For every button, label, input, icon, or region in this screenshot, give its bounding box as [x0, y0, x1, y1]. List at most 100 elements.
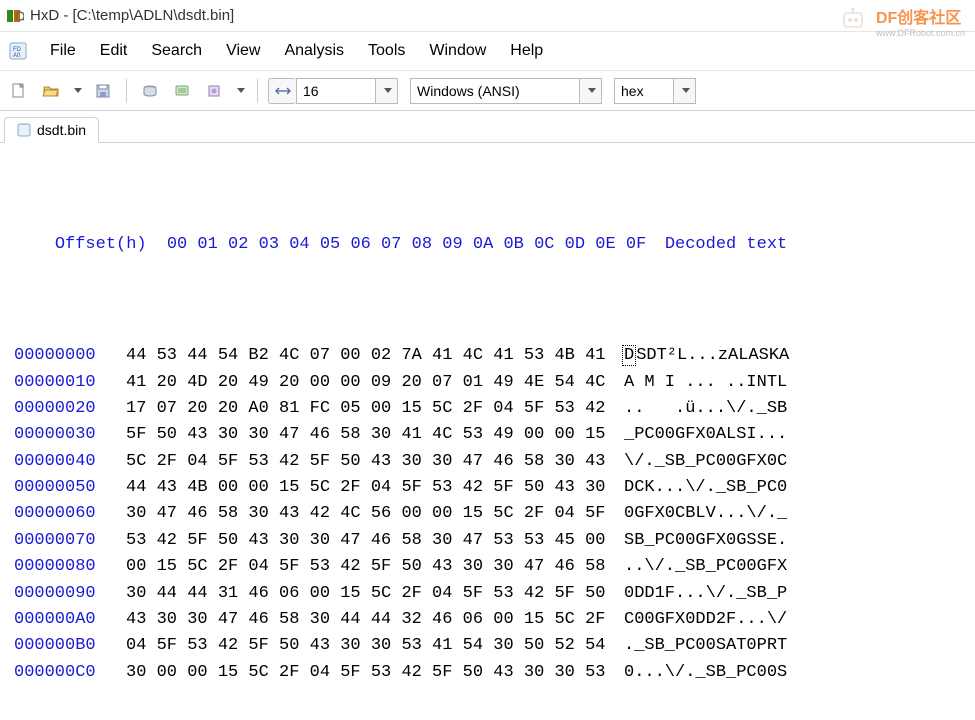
offset-cell: 00000010: [14, 370, 126, 396]
hex-view[interactable]: Offset(h)00 01 02 03 04 05 06 07 08 09 0…: [0, 143, 975, 720]
chevron-down-icon: [682, 88, 690, 93]
ascii-cell[interactable]: ..\/._SB_PC00GFX: [624, 554, 787, 580]
offset-cell: 00000020: [14, 396, 126, 422]
hex-row[interactable]: 0000006030 47 46 58 30 43 42 4C 56 00 00…: [14, 501, 967, 527]
watermark: DF创客社区 www.DFRobot.com.cn: [838, 4, 965, 38]
ascii-cell[interactable]: ._SB_PC00SAT0PRT: [624, 633, 787, 659]
hex-row[interactable]: 0000009030 44 44 31 46 06 00 15 5C 2F 04…: [14, 581, 967, 607]
bytes-cell[interactable]: 30 44 44 31 46 06 00 15 5C 2F 04 5F 53 4…: [126, 581, 606, 607]
chevron-down-icon: [384, 88, 392, 93]
ascii-cell[interactable]: C00GFX0DD2F...\/: [624, 607, 787, 633]
menu-edit[interactable]: Edit: [88, 38, 140, 64]
bytes-cell[interactable]: 00 15 5C 2F 04 5F 53 42 5F 50 43 30 30 4…: [126, 554, 606, 580]
menu-help[interactable]: Help: [498, 38, 555, 64]
hex-row[interactable]: 000000C030 00 00 15 5C 2F 04 5F 53 42 5F…: [14, 660, 967, 686]
base-input[interactable]: [614, 78, 674, 104]
new-file-button[interactable]: [6, 78, 32, 104]
bytes-cell[interactable]: 04 5F 53 42 5F 50 43 30 30 53 41 54 30 5…: [126, 633, 606, 659]
ascii-cell[interactable]: A M I ... ..INTL: [624, 370, 787, 396]
watermark-sub: www.DFRobot.com.cn: [876, 28, 965, 38]
chevron-down-icon: [588, 88, 596, 93]
menu-file[interactable]: File: [38, 38, 88, 64]
bytes-cell[interactable]: 17 07 20 20 A0 81 FC 05 00 15 5C 2F 04 5…: [126, 396, 606, 422]
hex-rows: 0000000044 53 44 54 B2 4C 07 00 02 7A 41…: [14, 343, 967, 685]
window-title: HxD - [C:\temp\ADLN\dsdt.bin]: [30, 7, 234, 24]
hex-row[interactable]: 000000305F 50 43 30 30 47 46 58 30 41 4C…: [14, 422, 967, 448]
hex-row[interactable]: 0000007053 42 5F 50 43 30 30 47 46 58 30…: [14, 528, 967, 554]
offset-cell: 000000B0: [14, 633, 126, 659]
ascii-cell[interactable]: .. .ü...\/._SB: [624, 396, 787, 422]
title-bar: HxD - [C:\temp\ADLN\dsdt.bin]: [0, 0, 975, 32]
encoding-dropdown[interactable]: [580, 78, 602, 104]
ascii-cell[interactable]: DSDT²L...zALASKA: [624, 343, 789, 369]
bytes-cell[interactable]: 5C 2F 04 5F 53 42 5F 50 43 30 30 47 46 5…: [126, 449, 606, 475]
open-dropdown-button[interactable]: [70, 78, 84, 104]
hex-row[interactable]: 000000B004 5F 53 42 5F 50 43 30 30 53 41…: [14, 633, 967, 659]
ascii-cell[interactable]: 0DD1F...\/._SB_P: [624, 581, 787, 607]
hex-row[interactable]: 0000002017 07 20 20 A0 81 FC 05 00 15 5C…: [14, 396, 967, 422]
header-columns: 00 01 02 03 04 05 06 07 08 09 0A 0B 0C 0…: [167, 232, 647, 258]
ascii-cell[interactable]: SB_PC00GFX0GSSE.: [624, 528, 787, 554]
robot-icon: [838, 7, 868, 35]
file-icon: [17, 123, 31, 137]
base-dropdown[interactable]: [674, 78, 696, 104]
bytes-per-row-fit-button[interactable]: [268, 78, 296, 104]
ascii-cell[interactable]: _PC00GFX0ALSI...: [624, 422, 787, 448]
header-offset: Offset(h): [55, 232, 167, 258]
offset-cell: 000000C0: [14, 660, 126, 686]
bytes-cell[interactable]: 41 20 4D 20 49 20 00 00 09 20 07 01 49 4…: [126, 370, 606, 396]
ascii-cell[interactable]: DCK...\/._SB_PC0: [624, 475, 787, 501]
caret: D: [622, 345, 636, 366]
hex-row[interactable]: 0000001041 20 4D 20 49 20 00 00 09 20 07…: [14, 370, 967, 396]
hex-row[interactable]: 0000008000 15 5C 2F 04 5F 53 42 5F 50 43…: [14, 554, 967, 580]
hex-row[interactable]: 0000005044 43 4B 00 00 15 5C 2F 04 5F 53…: [14, 475, 967, 501]
open-process-button[interactable]: [201, 78, 227, 104]
open-ram-button[interactable]: [169, 78, 195, 104]
offset-cell: 00000060: [14, 501, 126, 527]
bytes-cell[interactable]: 5F 50 43 30 30 47 46 58 30 41 4C 53 49 0…: [126, 422, 606, 448]
offset-cell: 00000070: [14, 528, 126, 554]
process-dropdown-button[interactable]: [233, 78, 247, 104]
bytes-cell[interactable]: 44 43 4B 00 00 15 5C 2F 04 5F 53 42 5F 5…: [126, 475, 606, 501]
bytes-per-row-input[interactable]: [296, 78, 376, 104]
bytes-cell[interactable]: 53 42 5F 50 43 30 30 47 46 58 30 47 53 5…: [126, 528, 606, 554]
tab-file[interactable]: dsdt.bin: [4, 117, 99, 143]
menu-window[interactable]: Window: [417, 38, 498, 64]
hex-row[interactable]: 0000000044 53 44 54 B2 4C 07 00 02 7A 41…: [14, 343, 967, 369]
watermark-main: DF创客社区: [876, 10, 961, 27]
hex-row[interactable]: 000000A043 30 30 47 46 58 30 44 44 32 46…: [14, 607, 967, 633]
svg-text:A0: A0: [13, 53, 21, 59]
save-button[interactable]: [90, 78, 116, 104]
toolbar: [0, 71, 975, 111]
encoding-combo: [410, 78, 602, 104]
menu-tools[interactable]: Tools: [356, 38, 417, 64]
app-icon: [6, 7, 24, 25]
toolbar-separator: [126, 79, 127, 103]
ascii-cell[interactable]: 0GFX0CBLV...\/._: [624, 501, 787, 527]
toolbar-separator: [257, 79, 258, 103]
chevron-down-icon: [237, 88, 245, 93]
bytes-per-row-dropdown[interactable]: [376, 78, 398, 104]
offset-cell: 00000000: [14, 343, 126, 369]
bytes-cell[interactable]: 30 47 46 58 30 43 42 4C 56 00 00 15 5C 2…: [126, 501, 606, 527]
encoding-input[interactable]: [410, 78, 580, 104]
bytes-cell[interactable]: 43 30 30 47 46 58 30 44 44 32 46 06 00 1…: [126, 607, 606, 633]
open-file-button[interactable]: [38, 78, 64, 104]
hex-header: Offset(h)00 01 02 03 04 05 06 07 08 09 0…: [14, 206, 967, 285]
menu-analysis[interactable]: Analysis: [272, 38, 356, 64]
menu-bar: FDA0 File Edit Search View Analysis Tool…: [0, 32, 975, 71]
ascii-cell[interactable]: 0...\/._SB_PC00S: [624, 660, 787, 686]
header-decoded: Decoded text: [665, 235, 787, 254]
offset-cell: 000000A0: [14, 607, 126, 633]
hex-row[interactable]: 000000405C 2F 04 5F 53 42 5F 50 43 30 30…: [14, 449, 967, 475]
menu-app-icon: FDA0: [8, 41, 28, 61]
bytes-cell[interactable]: 30 00 00 15 5C 2F 04 5F 53 42 5F 50 43 3…: [126, 660, 606, 686]
open-disk-button[interactable]: [137, 78, 163, 104]
tab-strip: dsdt.bin: [0, 111, 975, 143]
ascii-cell[interactable]: \/._SB_PC00GFX0C: [624, 449, 787, 475]
offset-cell: 00000040: [14, 449, 126, 475]
chevron-down-icon: [74, 88, 82, 93]
bytes-cell[interactable]: 44 53 44 54 B2 4C 07 00 02 7A 41 4C 41 5…: [126, 343, 606, 369]
menu-view[interactable]: View: [214, 38, 272, 64]
menu-search[interactable]: Search: [139, 38, 214, 64]
